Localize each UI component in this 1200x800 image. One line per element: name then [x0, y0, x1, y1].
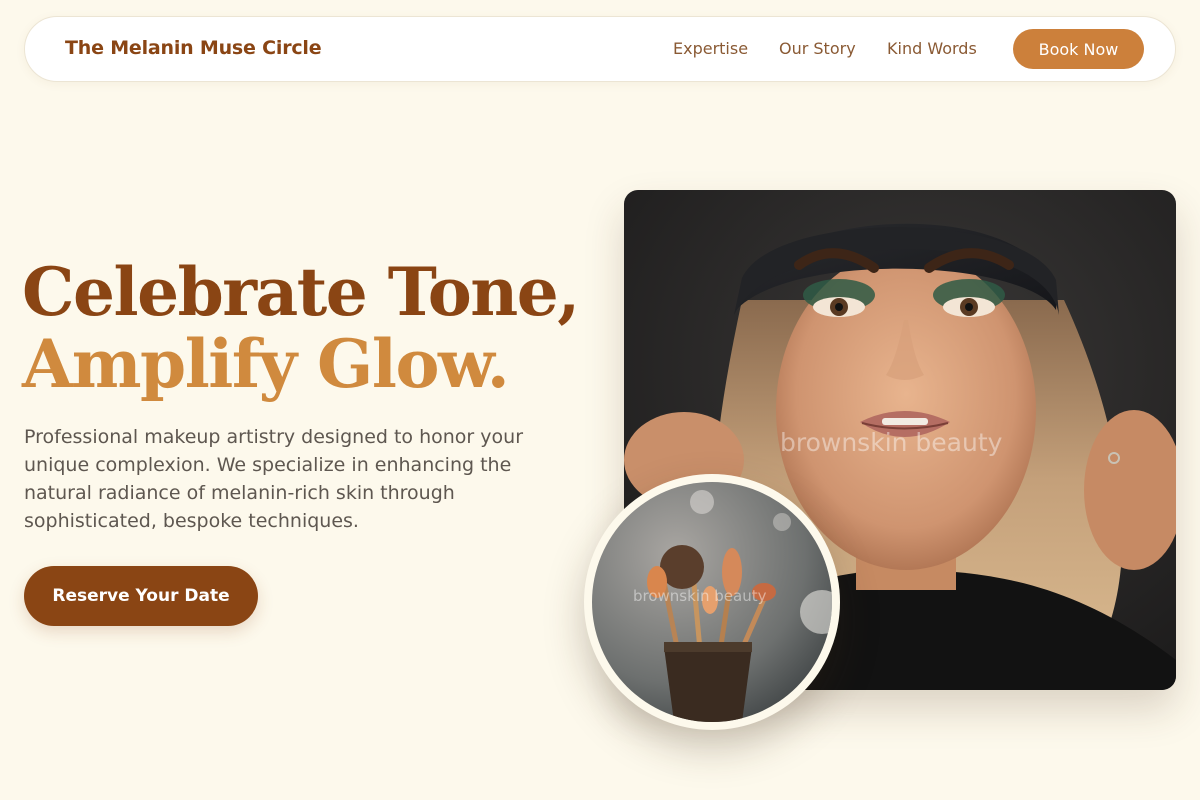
brushes-photo-frame: brownskin beauty — [584, 474, 840, 730]
nav-link-kind-words[interactable]: Kind Words — [887, 39, 977, 58]
nav-link-expertise[interactable]: Expertise — [673, 39, 748, 58]
portrait-watermark: brownskin beauty — [780, 428, 1003, 457]
reserve-your-date-button[interactable]: Reserve Your Date — [24, 566, 258, 626]
hero-headline: Celebrate Tone, Amplify Glow. — [22, 253, 580, 403]
hero-headline-line1: Celebrate Tone, — [22, 253, 580, 331]
nav-link-our-story[interactable]: Our Story — [779, 39, 856, 58]
hero-headline-line2: Amplify Glow. — [22, 325, 510, 403]
book-now-button[interactable]: Book Now — [1013, 29, 1144, 69]
brand-logo-text[interactable]: The Melanin Muse Circle — [65, 37, 322, 59]
hero-description: Professional makeup artistry designed to… — [24, 426, 524, 532]
brushes-watermark: brownskin beauty — [633, 587, 767, 605]
top-navbar: The Melanin Muse Circle Expertise Our St… — [24, 16, 1176, 82]
